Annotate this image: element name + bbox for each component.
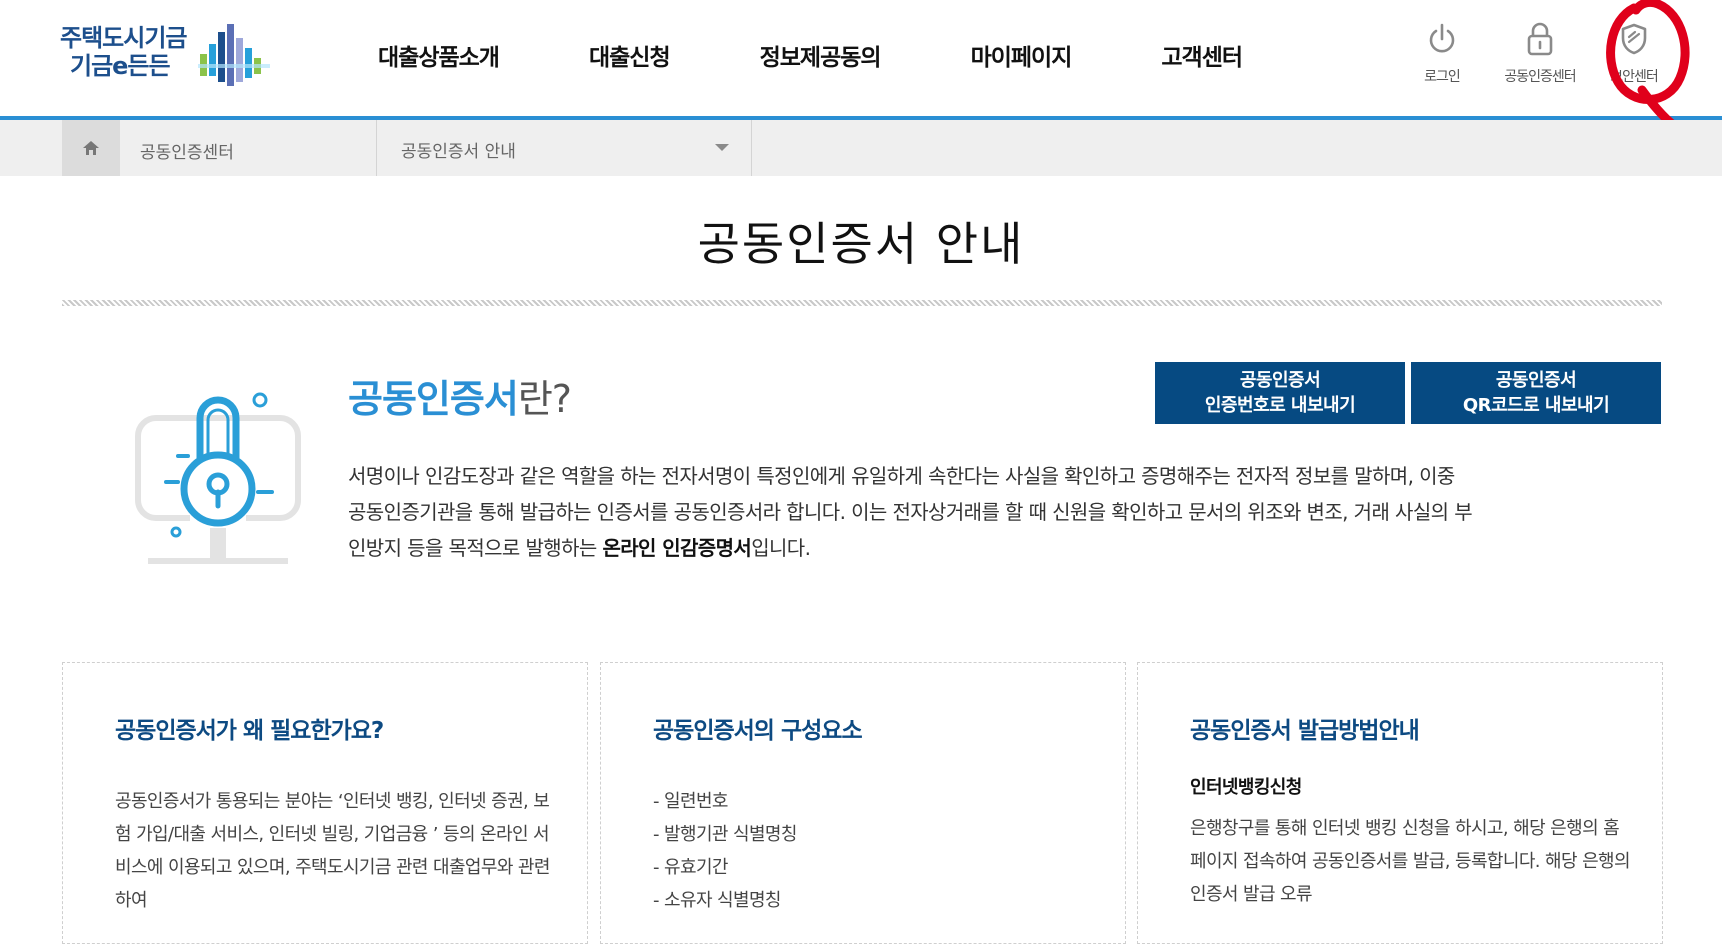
list-item: 소유자 식별명칭	[653, 884, 1093, 917]
site-logo[interactable]: 주택도시기금 기금e든든	[60, 24, 270, 88]
export-by-code-button[interactable]: 공동인증서 인증번호로 내보내기	[1155, 362, 1405, 424]
logo-line1: 주택도시기금	[60, 24, 187, 52]
power-icon	[1429, 23, 1455, 53]
nav-loan-products[interactable]: 대출상품소개	[378, 38, 500, 78]
login-label: 로그인	[1424, 69, 1461, 85]
intro-heading-strong: 공동인증서	[348, 377, 519, 421]
security-center-button[interactable]: 보안센터	[1586, 22, 1682, 86]
site-header: 주택도시기금 기금e든든 대출상품소개 대출신청 정보제공동의 마이페이지 고객…	[0, 0, 1722, 120]
intro-heading: 공동인증서란?	[348, 368, 572, 423]
location-bar: 공동인증센터 공동인증서 안내	[0, 120, 1722, 176]
card-issue-method-subtitle: 인터넷뱅킹신청	[1190, 777, 1302, 798]
home-button[interactable]	[62, 120, 120, 176]
export-by-code-line1: 공동인증서	[1239, 370, 1321, 391]
logo-text: 주택도시기금 기금e든든	[60, 24, 187, 80]
card-issue-method: 공동인증서 발급방법안내 인터넷뱅킹신청 은행창구를 통해 인터넷 뱅킹 신청을…	[1137, 662, 1663, 944]
main-nav: 대출상품소개 대출신청 정보제공동의 마이페이지 고객센터	[378, 38, 1332, 78]
card-components: 공동인증서의 구성요소 일련번호 발행기관 식별명칭 유효기간 소유자 식별명칭	[600, 662, 1126, 944]
list-item: 유효기간	[653, 851, 1093, 884]
page-title: 공동인증서 안내	[697, 217, 1025, 271]
card-issue-method-text: 은행창구를 통해 인터넷 뱅킹 신청을 하시고, 해당 은행의 홈페이지 접속하…	[1190, 818, 1631, 905]
logo-mark-icon	[198, 24, 270, 86]
card-why-needed-text: 공동인증서가 통용되는 분야는 ‘인터넷 뱅킹, 인터넷 증권, 보험 가입/대…	[115, 791, 550, 911]
list-item: 발행기관 식별명칭	[653, 818, 1093, 851]
export-by-qr-button[interactable]: 공동인증서 QR코드로 내보내기	[1411, 362, 1661, 424]
card-components-title: 공동인증서의 구성요소	[653, 718, 863, 744]
breadcrumb-depth1-label: 공동인증센터	[140, 143, 234, 163]
export-by-qr-line2: QR코드로 내보내기	[1462, 395, 1610, 416]
nav-loan-apply[interactable]: 대출신청	[589, 38, 671, 78]
nav-mypage[interactable]: 마이페이지	[971, 38, 1073, 78]
certificate-lock-icon	[135, 392, 301, 564]
card-why-needed: 공동인증서가 왜 필요한가요? 공동인증서가 통용되는 분야는 ‘인터넷 뱅킹,…	[62, 662, 588, 944]
intro-text-end: 입니다.	[751, 536, 811, 560]
breadcrumb-depth1[interactable]: 공동인증센터	[120, 120, 377, 176]
breadcrumb-depth2-select[interactable]: 공동인증서 안내	[377, 120, 752, 176]
export-by-qr-line1: 공동인증서	[1495, 370, 1577, 391]
nav-customer-center[interactable]: 고객센터	[1161, 38, 1243, 78]
chevron-down-icon	[715, 144, 729, 151]
breadcrumb-depth2-label: 공동인증서 안내	[401, 142, 516, 162]
card-components-list: 일련번호 발행기관 식별명칭 유효기간 소유자 식별명칭	[653, 785, 1093, 917]
home-icon	[83, 141, 99, 155]
security-center-label: 보안센터	[1610, 69, 1659, 85]
login-button[interactable]: 로그인	[1394, 22, 1490, 86]
intro-text-plain: 서명이나 인감도장과 같은 역할을 하는 전자서명이 특정인에게 유일하게 속한…	[348, 464, 1473, 560]
list-item: 일련번호	[653, 785, 1093, 818]
export-by-code-line2: 인증번호로 내보내기	[1204, 395, 1356, 416]
card-issue-method-body: 인터넷뱅킹신청 은행창구를 통해 인터넷 뱅킹 신청을 하시고, 해당 은행의 …	[1190, 771, 1631, 911]
title-divider	[62, 300, 1662, 306]
card-why-needed-title: 공동인증서가 왜 필요한가요?	[115, 718, 384, 744]
intro-text-bold: 온라인 인감증명서	[602, 536, 752, 560]
lock-icon	[1527, 22, 1553, 56]
card-issue-method-title: 공동인증서 발급방법안내	[1190, 718, 1420, 744]
cert-center-button[interactable]: 공동인증센터	[1492, 22, 1588, 86]
intro-description: 서명이나 인감도장과 같은 역할을 하는 전자서명이 특정인에게 유일하게 속한…	[348, 458, 1478, 566]
nav-info-consent[interactable]: 정보제공동의	[760, 38, 882, 78]
logo-line2: 기금e든든	[70, 52, 171, 80]
shield-icon	[1621, 23, 1647, 55]
intro-heading-rest: 란?	[517, 377, 572, 421]
cert-center-label: 공동인증센터	[1504, 69, 1576, 85]
